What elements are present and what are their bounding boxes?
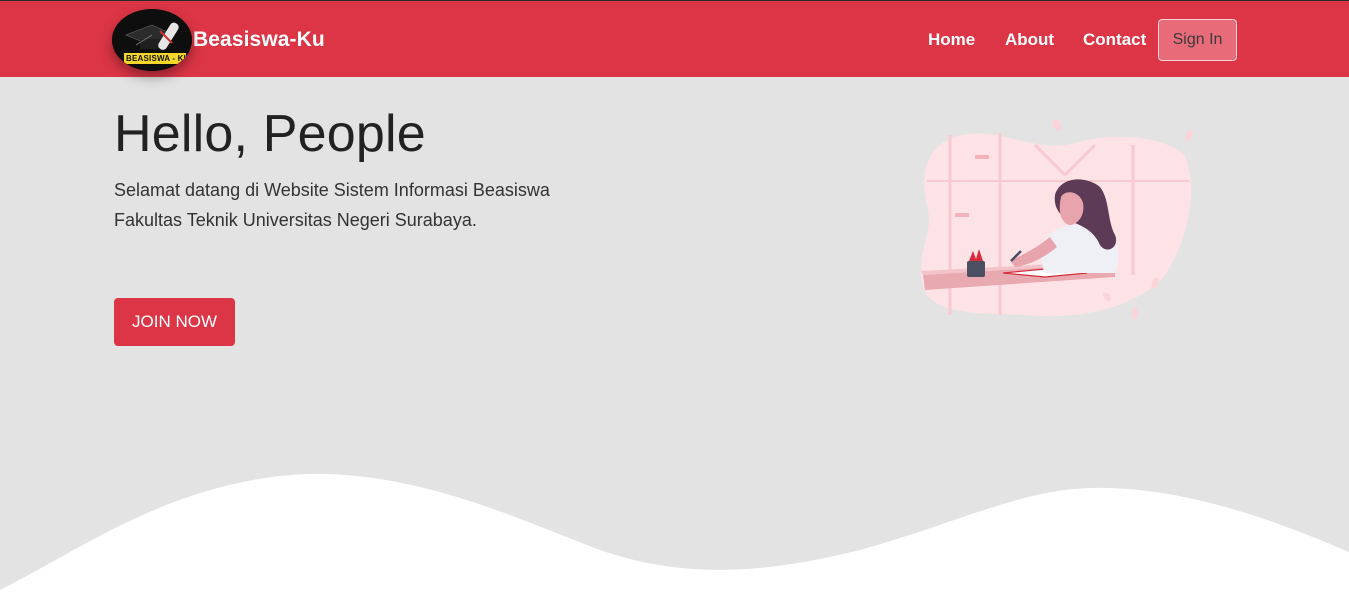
student-studying-illustration	[915, 115, 1200, 330]
sign-in-button[interactable]: Sign In	[1158, 19, 1237, 61]
nav-link-about[interactable]: About	[1005, 30, 1054, 50]
nav-link-contact[interactable]: Contact	[1083, 30, 1146, 50]
nav-link-home[interactable]: Home	[928, 30, 975, 50]
brand-name: Beasiswa-Ku	[193, 28, 325, 51]
landing-page: BEASISWA - KU Beasiswa-Ku Home About Con…	[0, 0, 1349, 607]
hero-description-line-2: Fakultas Teknik Universitas Negeri Surab…	[114, 210, 477, 230]
join-now-button[interactable]: JOIN NOW	[114, 298, 235, 346]
decorative-wave	[0, 473, 1349, 607]
graduation-cap-icon: BEASISWA - KU	[112, 9, 192, 71]
brand[interactable]: BEASISWA - KU Beasiswa-Ku	[112, 9, 325, 71]
navbar: BEASISWA - KU Beasiswa-Ku Home About Con…	[0, 0, 1349, 77]
logo-banner-text: BEASISWA - KU	[126, 54, 190, 63]
hero-title: Hello, People	[114, 105, 426, 163]
hero-description-line-1: Selamat datang di Website Sistem Informa…	[114, 180, 550, 200]
hero-description: Selamat datang di Website Sistem Informa…	[114, 175, 584, 235]
